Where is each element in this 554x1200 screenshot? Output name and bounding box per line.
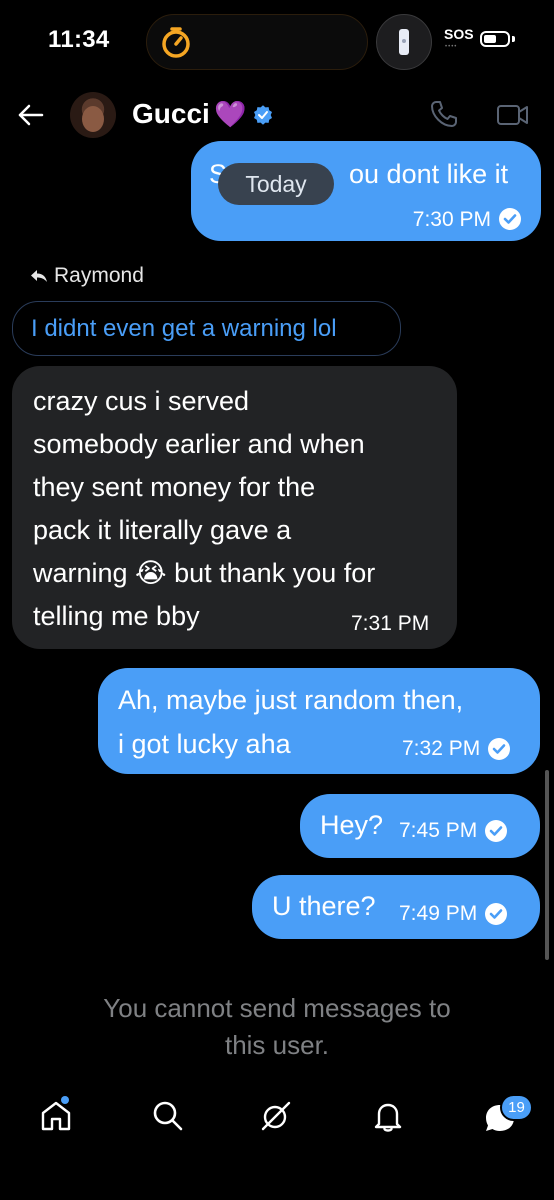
message-time: 7:49 PM	[399, 902, 478, 925]
read-check-icon	[485, 903, 508, 925]
reply-icon	[31, 270, 47, 282]
notice-text: You cannot send messages to this user.	[103, 993, 451, 1060]
received-message-bubble[interactable]: crazy cus i served somebody earlier and …	[12, 366, 457, 649]
message-text: Hey?	[320, 810, 384, 840]
read-check-icon	[485, 820, 508, 842]
message-meta: 7:49 PM	[399, 902, 508, 926]
grok-icon	[261, 1101, 291, 1131]
messages-badge: 19	[500, 1094, 533, 1121]
nav-home[interactable]	[38, 1098, 74, 1139]
nav-search[interactable]	[150, 1098, 186, 1139]
verified-badge-icon	[253, 105, 273, 125]
back-arrow-icon[interactable]	[16, 100, 46, 130]
reply-indicator: Raymond	[30, 264, 144, 288]
battery-tip	[512, 36, 515, 42]
message-time: 7:45 PM	[399, 819, 478, 842]
notifications-icon	[374, 1103, 402, 1132]
quoted-message[interactable]: I didnt even get a warning lol	[12, 301, 401, 356]
home-icon	[41, 1101, 71, 1131]
nav-notifications[interactable]	[370, 1098, 406, 1139]
avatar[interactable]	[70, 92, 116, 138]
battery-icon	[480, 31, 510, 47]
reply-to-name: Raymond	[54, 264, 144, 287]
purple-heart-emoji: 💜	[214, 99, 247, 129]
message-time: 7:31 PM	[351, 612, 430, 635]
phone-icon[interactable]	[428, 98, 460, 130]
read-check-icon	[488, 738, 511, 760]
message-time: 7:32 PM	[402, 737, 481, 760]
contact-name[interactable]: Gucci	[132, 98, 210, 130]
read-check-icon	[499, 208, 521, 230]
message-text: crazy cus i served somebody earlier and …	[33, 386, 376, 631]
nav-grok[interactable]	[258, 1098, 294, 1139]
home-notification-dot	[61, 1096, 69, 1104]
signal-dots: ••••	[445, 44, 458, 50]
search-icon	[153, 1101, 183, 1131]
message-meta: 7:45 PM	[399, 819, 508, 843]
message-meta: 7:30 PM	[413, 207, 521, 231]
cannot-message-notice: You cannot send messages to this user.	[0, 990, 554, 1064]
message-text: U there?	[272, 891, 376, 921]
status-time: 11:34	[48, 26, 110, 53]
message-time: 7:30 PM	[412, 207, 491, 231]
video-call-icon[interactable]	[496, 100, 530, 130]
scrollbar[interactable]	[545, 770, 549, 960]
date-chip: Today	[218, 163, 334, 205]
flashlight-icon[interactable]	[376, 14, 432, 70]
message-meta: 7:32 PM	[402, 737, 511, 761]
timer-icon	[156, 22, 196, 62]
sos-indicator: SOS	[444, 26, 474, 42]
